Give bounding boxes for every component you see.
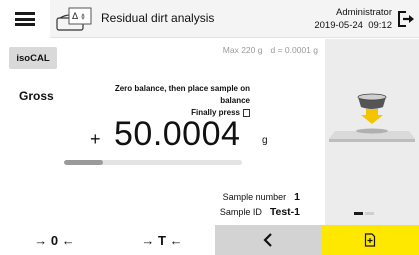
weighing-progress-bar: [64, 160, 242, 165]
weight-sign: +: [90, 129, 101, 149]
tare-button[interactable]: → T ←: [109, 225, 215, 255]
residual-dirt-app-icon: Δ: [56, 7, 92, 31]
sample-id-label: Sample ID: [219, 207, 262, 217]
zero-button[interactable]: → 0 ←: [0, 225, 109, 255]
mode-label: Gross: [19, 89, 54, 103]
weighing-panel: isoCAL Max 220 g d = 0.0001 g Gross Zero …: [0, 39, 324, 225]
app-title: Residual dirt analysis: [101, 11, 215, 25]
weight-unit: g: [262, 135, 268, 146]
sample-number-label: Sample number: [222, 192, 287, 202]
logout-icon: [398, 11, 414, 27]
weight-value: 50.0004: [114, 115, 241, 153]
header-bar: Δ Residual dirt analysis Administrator 2…: [0, 0, 419, 38]
menu-button[interactable]: [0, 0, 50, 38]
bottom-toolbar: → 0 ← → T ←: [0, 225, 419, 255]
user-info: Administrator 2019-05-24 09:12: [314, 6, 392, 32]
instruction-text: Zero balance, then place sample on balan…: [90, 83, 250, 119]
max-capacity: Max 220 g: [222, 45, 263, 55]
logout-button[interactable]: [395, 6, 417, 32]
back-button[interactable]: [215, 225, 321, 255]
page-dot-active: [354, 212, 363, 215]
place-sample-on-balance-illustration: [329, 93, 415, 142]
sample-id-row: Sample ID Test-1: [220, 206, 300, 218]
accept-button[interactable]: [321, 225, 419, 255]
sample-number-row: Sample number 1: [223, 191, 300, 203]
balance-capacity: Max 220 g d = 0.0001 g: [223, 45, 318, 55]
sample-id-value: Test-1: [269, 206, 300, 218]
svg-text:Δ: Δ: [72, 12, 79, 22]
isocal-button[interactable]: isoCAL: [9, 47, 57, 69]
readability: d = 0.0001 g: [270, 45, 318, 55]
accept-document-icon: [243, 109, 250, 117]
hamburger-menu-icon: [15, 12, 35, 26]
page-indicator: [354, 212, 374, 215]
progress-fill: [64, 160, 104, 165]
instruction-line-1: Zero balance, then place sample on balan…: [114, 84, 250, 105]
instruction-illustration-panel: [325, 39, 419, 225]
user-name: Administrator: [336, 7, 392, 18]
page-dot: [365, 212, 374, 215]
sample-number-value: 1: [294, 191, 300, 203]
date-time: 2019-05-24 09:12: [314, 20, 392, 31]
chevron-left-icon: [263, 233, 272, 247]
accept-document-icon: [364, 233, 376, 247]
